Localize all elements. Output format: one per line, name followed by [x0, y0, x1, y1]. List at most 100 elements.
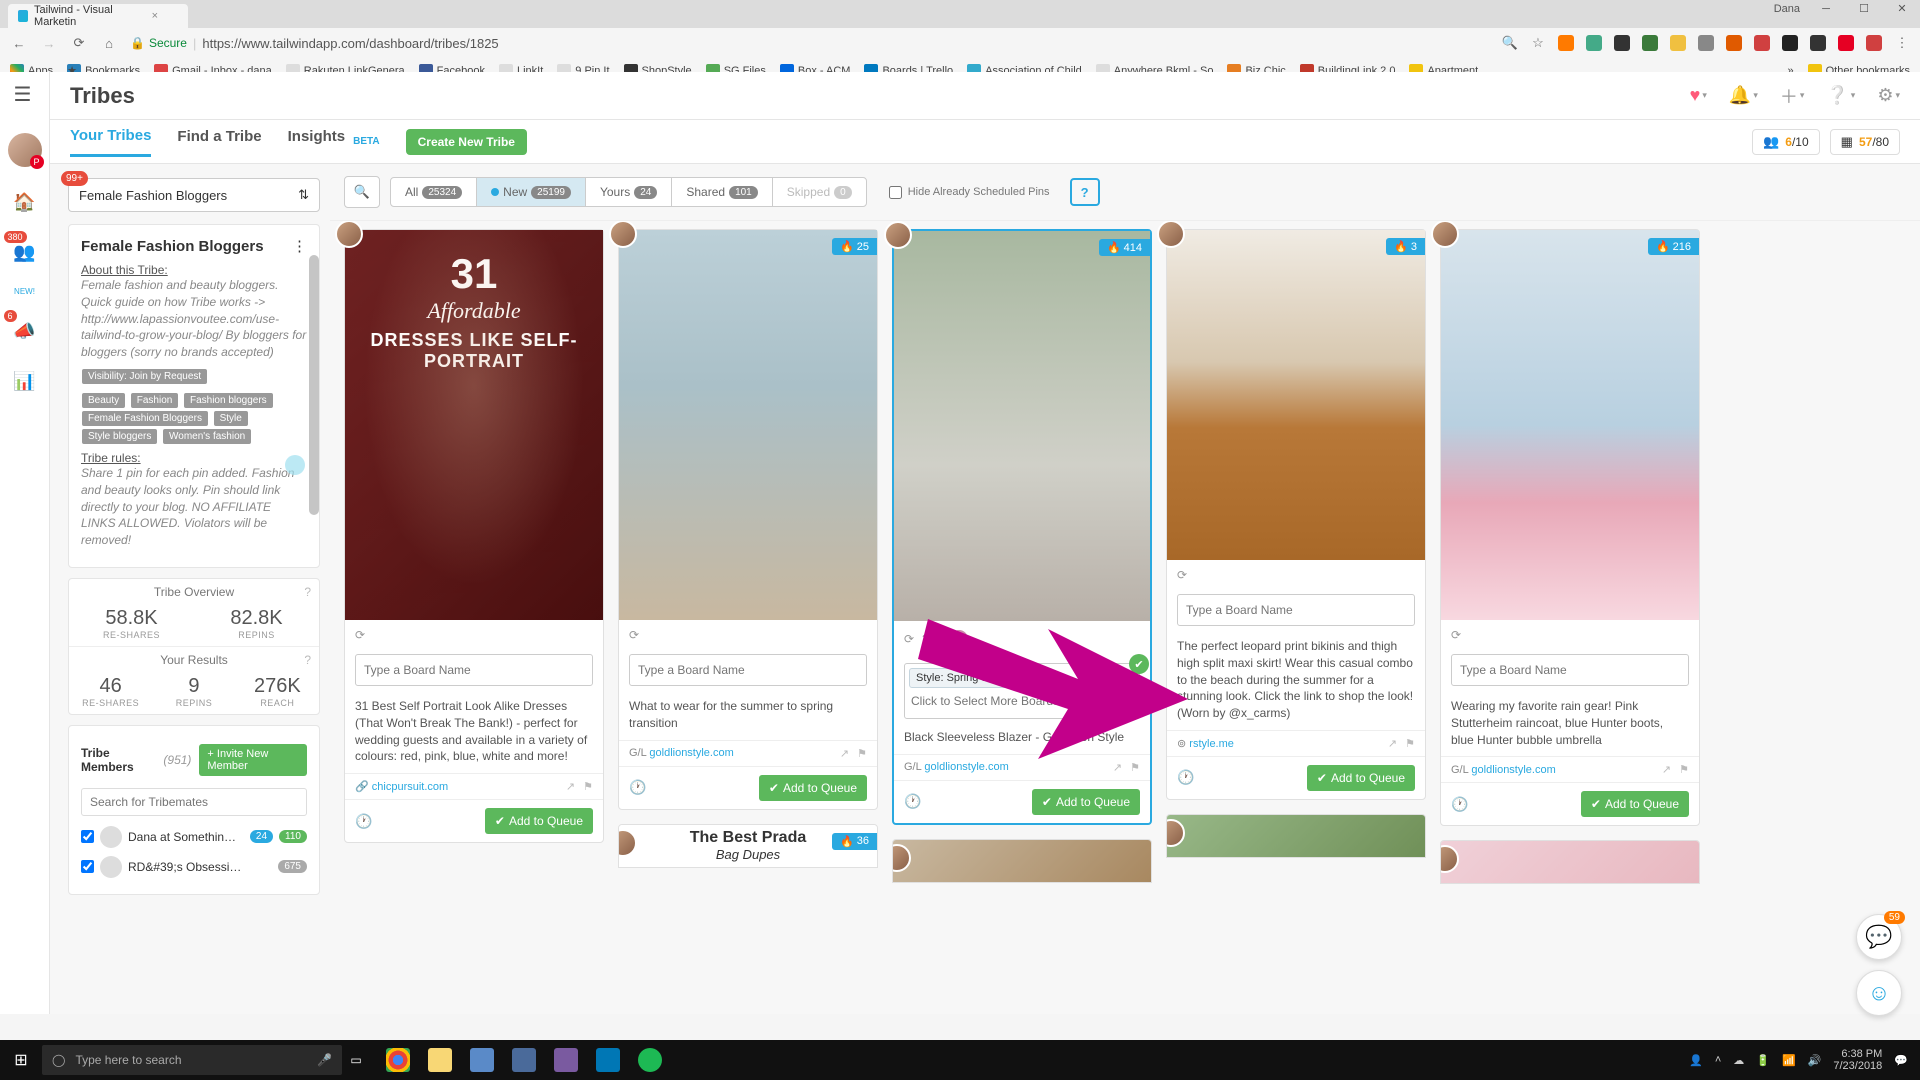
- source-link[interactable]: goldlionstyle.com: [924, 761, 1008, 773]
- forward-icon[interactable]: →: [40, 36, 58, 51]
- bell-icon[interactable]: 🔔 ▾: [1729, 85, 1758, 106]
- add-to-queue-button[interactable]: ✔ Add to Queue: [1307, 765, 1415, 791]
- board-name-input[interactable]: [1451, 654, 1689, 686]
- board-name-input[interactable]: [629, 654, 867, 686]
- source-link[interactable]: goldlionstyle.com: [1471, 764, 1555, 776]
- taskbar-app[interactable]: [462, 1044, 502, 1076]
- clock-icon[interactable]: 🕐: [1451, 796, 1468, 813]
- source-link[interactable]: rstyle.me: [1189, 738, 1234, 750]
- ext-icon-5[interactable]: [1670, 35, 1686, 51]
- ext-icon-9[interactable]: [1782, 35, 1798, 51]
- ext-icon-11[interactable]: [1866, 35, 1882, 51]
- plus-icon[interactable]: ＋ ▾: [1780, 83, 1805, 109]
- refresh-icon[interactable]: ⟳: [629, 628, 639, 642]
- ext-icon-1[interactable]: [1558, 35, 1574, 51]
- minimize-icon[interactable]: ─: [1814, 3, 1838, 15]
- chrome-profile[interactable]: Dana: [1774, 3, 1800, 15]
- home-icon[interactable]: ⌂: [100, 36, 118, 51]
- add-to-queue-button[interactable]: ✔ Add to Queue: [1581, 791, 1689, 817]
- help-tip-icon[interactable]: ?: [304, 653, 311, 667]
- tribes-nav-icon[interactable]: 380 👥: [10, 237, 40, 267]
- tray-clock[interactable]: 6:38 PM7/23/2018: [1833, 1048, 1882, 1072]
- tray-people-icon[interactable]: 👤: [1689, 1054, 1703, 1067]
- back-icon[interactable]: ←: [10, 36, 28, 51]
- add-to-queue-button[interactable]: ✔ Add to Queue: [1032, 789, 1140, 815]
- repinner-avatars[interactable]: [937, 629, 969, 649]
- search-button[interactable]: 🔍: [344, 176, 380, 208]
- open-link-icon[interactable]: ↗: [566, 780, 575, 793]
- refresh-icon[interactable]: ⟳: [355, 628, 365, 642]
- clock-icon[interactable]: 🕐: [1177, 769, 1194, 786]
- more-icon[interactable]: ⋮: [292, 237, 307, 255]
- ext-icon-pinterest[interactable]: [1838, 35, 1854, 51]
- tab-close-icon[interactable]: ×: [152, 10, 158, 22]
- flag-icon[interactable]: ⚑: [1405, 737, 1415, 750]
- taskbar-app-linkedin[interactable]: [588, 1044, 628, 1076]
- open-link-icon[interactable]: ↗: [1388, 737, 1397, 750]
- mic-icon[interactable]: 🎤: [317, 1053, 332, 1067]
- tribe-tag[interactable]: Style bloggers: [82, 429, 157, 444]
- home-nav-icon[interactable]: 🏠: [10, 187, 40, 217]
- address-bar[interactable]: 🔒 Secure | https://www.tailwindapp.com/d…: [130, 36, 1490, 51]
- ext-icon-4[interactable]: [1642, 35, 1658, 51]
- filter-help-button[interactable]: ?: [1070, 178, 1100, 206]
- pin-image[interactable]: 🔥 414: [894, 231, 1150, 621]
- search-members-input[interactable]: [81, 788, 307, 816]
- cortana-search[interactable]: ◯ Type here to search 🎤: [42, 1045, 342, 1075]
- pin-author-avatar[interactable]: [335, 221, 363, 248]
- pin-author-avatar[interactable]: [1431, 221, 1459, 248]
- more-boards-input[interactable]: [909, 688, 1135, 714]
- filter-skipped[interactable]: Skipped0: [773, 178, 866, 206]
- pin-author-avatar[interactable]: [1157, 221, 1185, 248]
- window-close-icon[interactable]: ✕: [1890, 2, 1914, 15]
- start-button[interactable]: ⊞: [0, 1050, 42, 1070]
- tab-find-tribe[interactable]: Find a Tribe: [177, 128, 261, 155]
- heart-icon[interactable]: ♥ ▾: [1690, 85, 1707, 106]
- tray-battery-icon[interactable]: 🔋: [1756, 1054, 1770, 1067]
- tray-cloud-icon[interactable]: ☁: [1733, 1054, 1744, 1067]
- add-to-queue-button[interactable]: ✔ Add to Queue: [485, 808, 593, 834]
- tribe-tag[interactable]: Style: [214, 411, 248, 426]
- feedback-button[interactable]: ☺: [1856, 970, 1902, 1016]
- board-selector[interactable]: ✔ Style: Spring & Summer ×: [904, 663, 1140, 719]
- analytics-nav-icon[interactable]: 📊: [10, 366, 40, 396]
- remove-chip-icon[interactable]: ×: [1039, 672, 1045, 684]
- chat-button[interactable]: 💬 59: [1856, 914, 1902, 960]
- submission-limit-stat[interactable]: ▦ 57/80: [1830, 129, 1900, 155]
- hide-scheduled-toggle[interactable]: Hide Already Scheduled Pins: [889, 186, 1050, 199]
- open-link-icon[interactable]: ↗: [1662, 763, 1671, 776]
- invite-member-button[interactable]: + Invite New Member: [199, 744, 307, 776]
- taskbar-app[interactable]: [504, 1044, 544, 1076]
- pin-image[interactable]: 🔥 3: [1167, 230, 1425, 560]
- help-tip-icon[interactable]: ?: [304, 585, 311, 599]
- flag-icon[interactable]: ⚑: [583, 780, 593, 793]
- refresh-icon[interactable]: ⟳: [904, 632, 914, 646]
- hamburger-icon[interactable]: ☰: [14, 82, 32, 107]
- board-name-input[interactable]: [1177, 594, 1415, 626]
- create-tribe-button[interactable]: Create New Tribe: [406, 129, 527, 155]
- clock-icon[interactable]: 🕐: [904, 793, 921, 810]
- member-row[interactable]: Dana at Somethin… 24 110: [81, 822, 307, 852]
- refresh-icon[interactable]: ⟳: [1451, 628, 1461, 642]
- reload-icon[interactable]: ⟳: [70, 35, 88, 51]
- source-link[interactable]: chicpursuit.com: [372, 781, 448, 793]
- board-name-input[interactable]: [355, 654, 593, 686]
- browser-tab-active[interactable]: Tailwind - Visual Marketin ×: [8, 4, 188, 28]
- member-checkbox[interactable]: [81, 860, 94, 873]
- ext-icon-6[interactable]: [1698, 35, 1714, 51]
- member-checkbox[interactable]: [81, 830, 94, 843]
- tour-pulse-dot[interactable]: [285, 455, 305, 475]
- open-link-icon[interactable]: ↗: [840, 747, 849, 760]
- tray-volume-icon[interactable]: 🔊: [1808, 1054, 1822, 1067]
- hide-scheduled-checkbox[interactable]: [889, 186, 902, 199]
- help-icon[interactable]: ❔ ▾: [1826, 85, 1855, 106]
- pin-image[interactable]: 🔥 25: [619, 230, 877, 620]
- taskbar-app[interactable]: [546, 1044, 586, 1076]
- source-link[interactable]: goldlionstyle.com: [649, 747, 733, 759]
- tray-notifications-icon[interactable]: 💬: [1894, 1054, 1908, 1067]
- task-view-icon[interactable]: ▭: [342, 1046, 370, 1074]
- ext-icon-10[interactable]: [1810, 35, 1826, 51]
- add-to-queue-button[interactable]: ✔ Add to Queue: [759, 775, 867, 801]
- star-icon[interactable]: ☆: [1530, 35, 1546, 51]
- tab-insights[interactable]: Insights: [288, 128, 346, 155]
